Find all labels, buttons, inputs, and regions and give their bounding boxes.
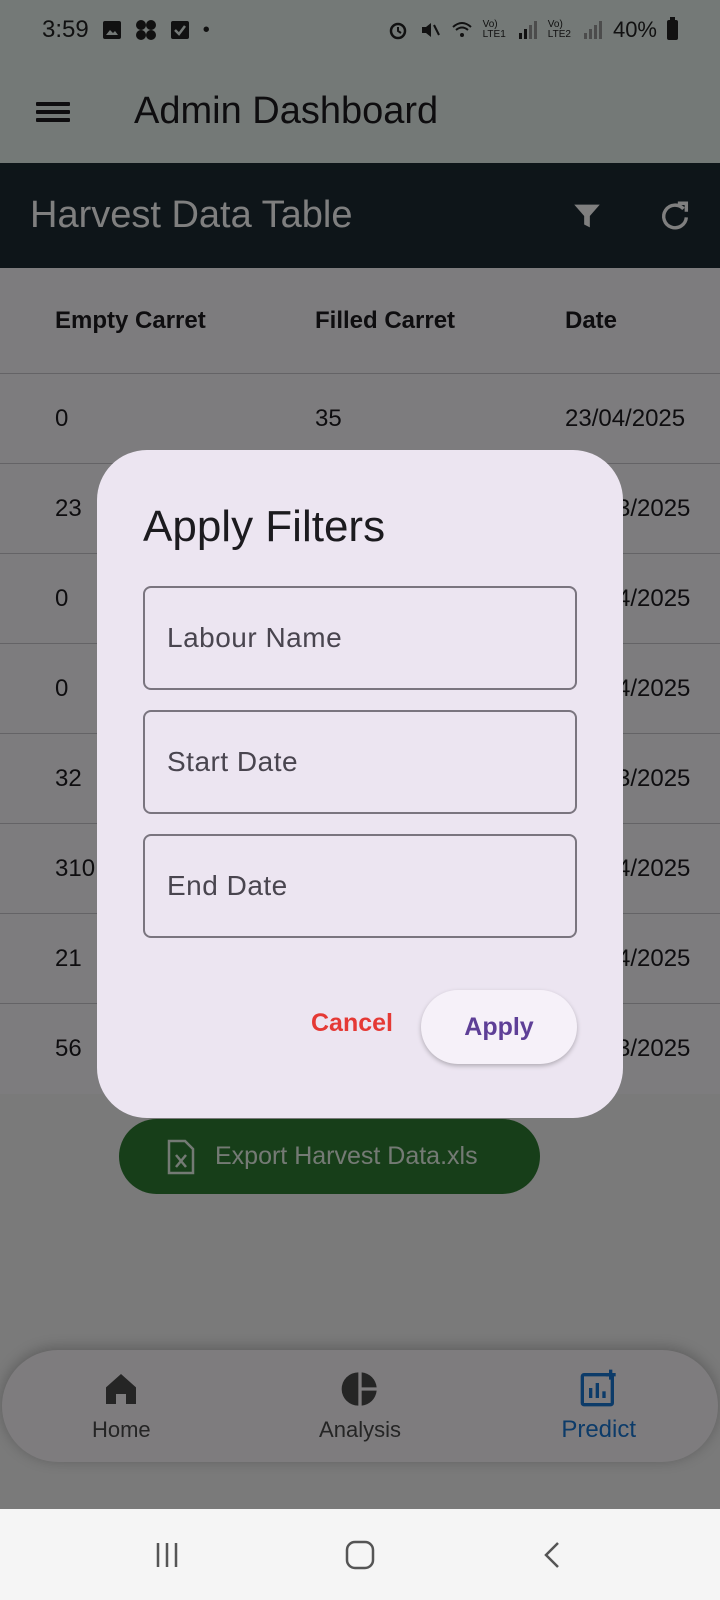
apply-button[interactable]: Apply (421, 990, 577, 1064)
start-date-field[interactable] (143, 710, 577, 814)
home-button-icon (345, 1540, 375, 1569)
dialog-title: Apply Filters (143, 502, 386, 551)
end-date-input[interactable] (167, 870, 575, 902)
back-icon (544, 1541, 560, 1568)
apply-filters-dialog: Apply Filters Cancel Apply (97, 450, 623, 1118)
back-button[interactable] (533, 1535, 573, 1575)
labour-name-input[interactable] (167, 622, 575, 654)
recent-apps-icon (156, 1542, 177, 1567)
cancel-button[interactable]: Cancel (287, 995, 417, 1051)
system-navigation-bar (0, 1509, 720, 1600)
end-date-field[interactable] (143, 834, 577, 938)
recent-apps-button[interactable] (147, 1535, 187, 1575)
labour-name-field[interactable] (143, 586, 577, 690)
start-date-input[interactable] (167, 746, 575, 778)
home-button[interactable] (340, 1535, 380, 1575)
